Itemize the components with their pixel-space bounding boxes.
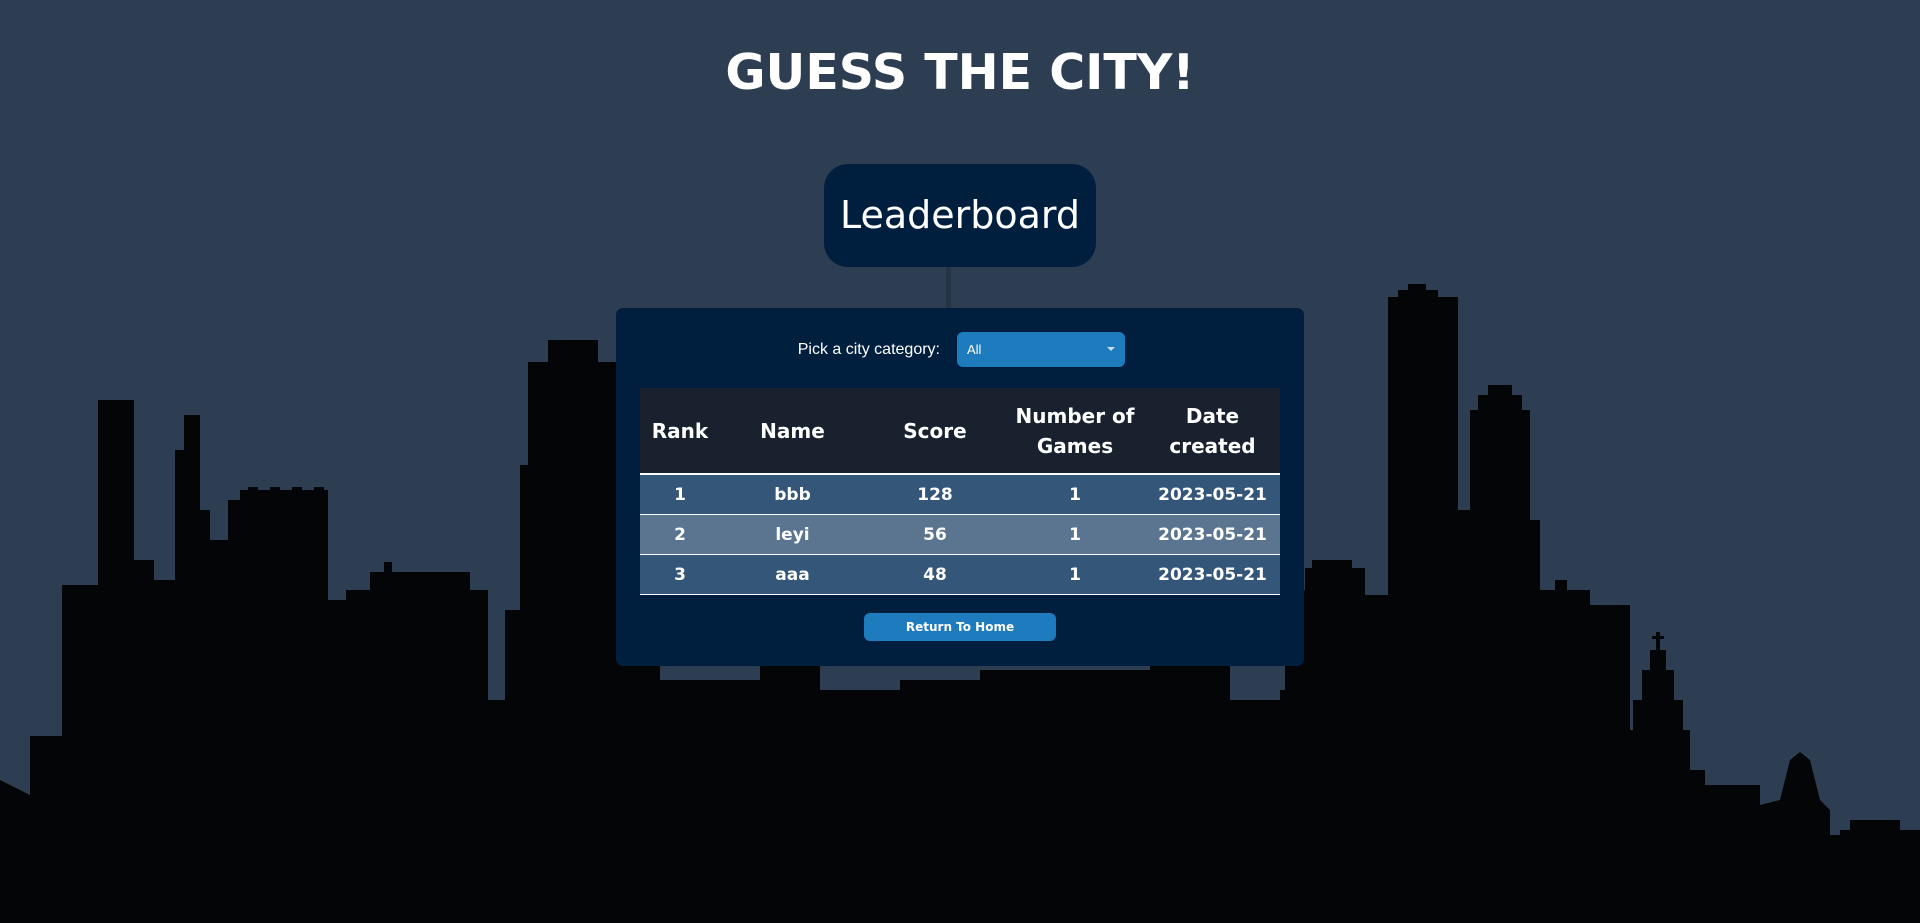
- heading-connector: [946, 267, 951, 309]
- table-row: 3 aaa 48 1 2023-05-21: [640, 554, 1280, 595]
- cell-games: 1: [1005, 514, 1145, 555]
- leaderboard-panel: Pick a city category: All Rank Name Scor…: [616, 308, 1304, 666]
- cell-rank: 3: [640, 554, 720, 595]
- column-header-rank: Rank: [640, 388, 720, 475]
- category-select-value: All: [967, 342, 982, 357]
- page-title: GUESS THE CITY!: [725, 44, 1195, 101]
- cell-date: 2023-05-21: [1145, 514, 1280, 555]
- cell-score: 56: [865, 514, 1005, 555]
- cell-date: 2023-05-21: [1145, 554, 1280, 595]
- cell-games: 1: [1005, 474, 1145, 515]
- table-header-row: Rank Name Score Number of Games Date cre…: [640, 388, 1280, 475]
- column-header-games: Number of Games: [1005, 388, 1145, 475]
- cell-name: aaa: [720, 554, 865, 595]
- table-row: 1 bbb 128 1 2023-05-21: [640, 474, 1280, 515]
- return-home-button[interactable]: Return To Home: [864, 613, 1056, 641]
- cell-date: 2023-05-21: [1145, 474, 1280, 515]
- table-row: 2 leyi 56 1 2023-05-21: [640, 514, 1280, 555]
- column-header-date: Date created: [1145, 388, 1280, 475]
- category-select[interactable]: All: [957, 332, 1125, 367]
- column-header-score: Score: [865, 388, 1005, 475]
- cell-name: leyi: [720, 514, 865, 555]
- leaderboard-heading: Leaderboard: [824, 164, 1096, 267]
- category-picker-row: Pick a city category: All: [616, 332, 1304, 367]
- chevron-down-icon: [1107, 347, 1115, 351]
- column-header-name: Name: [720, 388, 865, 475]
- category-picker-label: Pick a city category:: [797, 341, 940, 358]
- leaderboard-table: Rank Name Score Number of Games Date cre…: [640, 388, 1280, 595]
- cell-rank: 2: [640, 514, 720, 555]
- cell-score: 128: [865, 474, 1005, 515]
- cell-score: 48: [865, 554, 1005, 595]
- cell-games: 1: [1005, 554, 1145, 595]
- cell-rank: 1: [640, 474, 720, 515]
- cell-name: bbb: [720, 474, 865, 515]
